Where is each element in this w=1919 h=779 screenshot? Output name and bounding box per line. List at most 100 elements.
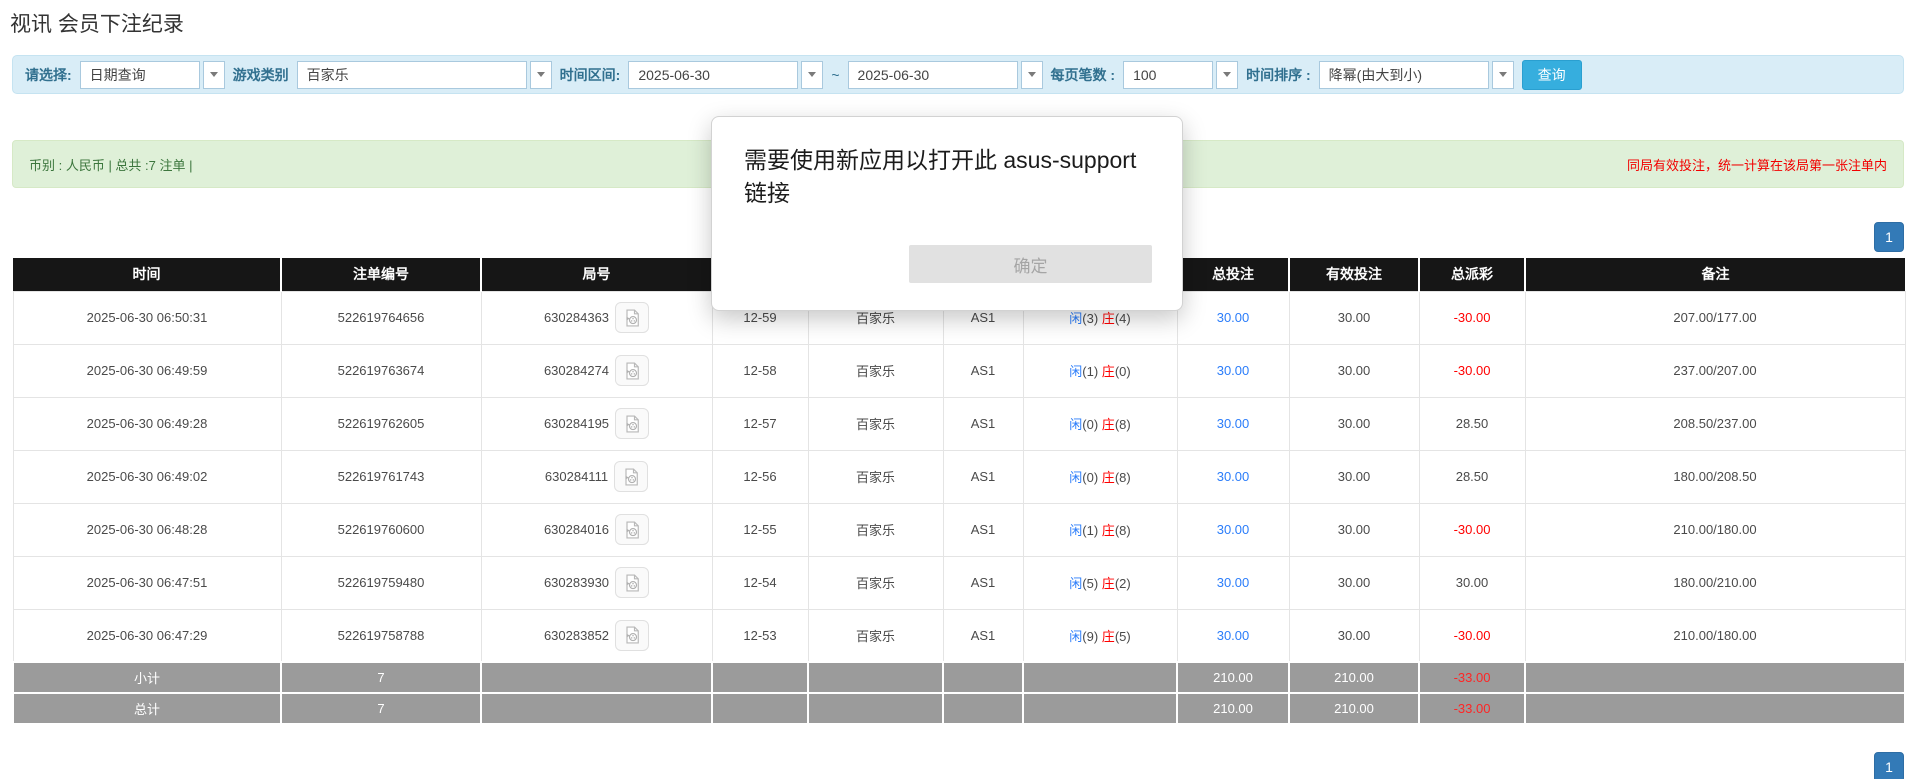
round-id-group: 630284274: [544, 355, 649, 386]
banker-bet-value: (8): [1115, 523, 1131, 538]
round-id-text: 630284195: [544, 416, 609, 431]
column-header-8: 有效投注: [1289, 258, 1419, 291]
page-1-button[interactable]: 1: [1874, 752, 1904, 779]
chevron-down-icon[interactable]: [530, 61, 552, 89]
cell-bet-id: 522619761743: [281, 450, 481, 503]
cell-game: 百家乐: [808, 503, 943, 556]
payout-value: -30.00: [1454, 310, 1491, 325]
cell-session: 12-56: [712, 450, 808, 503]
column-header-0: 时间: [13, 258, 281, 291]
cell-table: AS1: [943, 556, 1023, 609]
date-to-value[interactable]: 2025-06-30: [848, 61, 1018, 89]
cell-total-bet[interactable]: 30.00: [1177, 397, 1289, 450]
chevron-down-icon[interactable]: [1492, 61, 1514, 89]
time-sort-value[interactable]: 降幂(由大到小): [1319, 61, 1489, 89]
game-category-value[interactable]: 百家乐: [297, 61, 527, 89]
date-from-picker[interactable]: 2025-06-30: [628, 61, 823, 89]
cell-remark: 210.00/180.00: [1525, 609, 1905, 662]
game-category-label: 游戏类别: [233, 65, 289, 85]
date-to-picker[interactable]: 2025-06-30: [848, 61, 1043, 89]
cell-count: 7: [281, 662, 481, 693]
video-icon: [622, 414, 642, 434]
video-icon: [622, 520, 642, 540]
cell-bet-id: 522619762605: [281, 397, 481, 450]
subtotal-row: 小计7210.00210.00-33.00: [13, 662, 1905, 693]
search-button[interactable]: 查询: [1522, 60, 1582, 90]
banker-bet-label: 庄: [1102, 364, 1115, 379]
payout-value: -30.00: [1454, 628, 1491, 643]
time-range-label: 时间区间:: [560, 65, 621, 85]
table-row: 2025-06-30 06:48:28522619760600630284016…: [13, 503, 1905, 556]
cell-bet-content: 闲(1) 庄(0): [1023, 344, 1177, 397]
total-row: 总计7210.00210.00-33.00: [13, 693, 1905, 724]
video-replay-button[interactable]: [615, 620, 649, 651]
video-replay-button[interactable]: [615, 302, 649, 333]
page-1-button[interactable]: 1: [1874, 222, 1904, 252]
total-bet-link[interactable]: 30.00: [1217, 469, 1250, 484]
cell-total-bet[interactable]: 30.00: [1177, 503, 1289, 556]
banker-bet-value: (8): [1115, 470, 1131, 485]
chevron-down-icon[interactable]: [801, 61, 823, 89]
cell-total-bet[interactable]: 30.00: [1177, 609, 1289, 662]
cell-bet-id: 522619760600: [281, 503, 481, 556]
time-sort-select[interactable]: 降幂(由大到小): [1319, 61, 1514, 89]
cell-empty: [1023, 662, 1177, 693]
cell-valid-bet: 30.00: [1289, 450, 1419, 503]
round-id-text: 630284016: [544, 522, 609, 537]
round-id-group: 630284016: [544, 514, 649, 545]
total-bet-link[interactable]: 30.00: [1217, 522, 1250, 537]
table-row: 2025-06-30 06:49:28522619762605630284195…: [13, 397, 1905, 450]
range-tilde: ~: [831, 67, 839, 83]
video-replay-button[interactable]: [615, 355, 649, 386]
table-row: 2025-06-30 06:49:59522619763674630284274…: [13, 344, 1905, 397]
banker-bet-label: 庄: [1102, 470, 1115, 485]
player-bet-label: 闲: [1069, 311, 1082, 326]
cell-round-id: 630284363: [481, 291, 712, 344]
cell-count: 7: [281, 693, 481, 724]
video-replay-button[interactable]: [615, 567, 649, 598]
round-id-text: 630284111: [545, 469, 608, 484]
video-replay-button[interactable]: [614, 461, 648, 492]
query-type-select[interactable]: 日期查询: [80, 61, 225, 89]
total-bet-link[interactable]: 30.00: [1217, 310, 1250, 325]
video-replay-button[interactable]: [615, 408, 649, 439]
cell-round-id: 630284195: [481, 397, 712, 450]
cell-empty: [943, 662, 1023, 693]
banker-bet-value: (5): [1115, 629, 1131, 644]
total-bet-link[interactable]: 30.00: [1217, 416, 1250, 431]
confirm-button[interactable]: 确定: [909, 245, 1152, 283]
cell-remark: 180.00/210.00: [1525, 556, 1905, 609]
banker-bet-label: 庄: [1102, 311, 1115, 326]
player-bet-value: (0): [1082, 470, 1102, 485]
cell-table: AS1: [943, 397, 1023, 450]
chevron-down-icon[interactable]: [203, 61, 225, 89]
column-header-1: 注单编号: [281, 258, 481, 291]
total-bet-link[interactable]: 30.00: [1217, 363, 1250, 378]
player-bet-label: 闲: [1069, 470, 1082, 485]
chevron-down-icon[interactable]: [1216, 61, 1238, 89]
player-bet-label: 闲: [1069, 576, 1082, 591]
round-id-text: 630284274: [544, 363, 609, 378]
cell-round-id: 630284111: [481, 450, 712, 503]
cell-table: AS1: [943, 503, 1023, 556]
cell-total-bet[interactable]: 30.00: [1177, 291, 1289, 344]
query-type-value[interactable]: 日期查询: [80, 61, 200, 89]
round-id-group: 630284363: [544, 302, 649, 333]
page-size-value[interactable]: 100: [1123, 61, 1213, 89]
cell-total-bet[interactable]: 30.00: [1177, 344, 1289, 397]
cell-payout: -33.00: [1419, 693, 1525, 724]
cell-total-bet[interactable]: 30.00: [1177, 556, 1289, 609]
game-category-select[interactable]: 百家乐: [297, 61, 552, 89]
total-bet-link[interactable]: 30.00: [1217, 628, 1250, 643]
total-bet-link[interactable]: 30.00: [1217, 575, 1250, 590]
currency-summary-text: 币别 : 人民币 | 总共 :7 注单 |: [29, 155, 193, 174]
payout-value: -30.00: [1454, 363, 1491, 378]
cell-total-bet[interactable]: 30.00: [1177, 450, 1289, 503]
page-size-select[interactable]: 100: [1123, 61, 1238, 89]
chevron-down-icon[interactable]: [1021, 61, 1043, 89]
player-bet-value: (5): [1082, 576, 1102, 591]
cell-valid-bet: 30.00: [1289, 397, 1419, 450]
cell-game: 百家乐: [808, 397, 943, 450]
date-from-value[interactable]: 2025-06-30: [628, 61, 798, 89]
video-replay-button[interactable]: [615, 514, 649, 545]
